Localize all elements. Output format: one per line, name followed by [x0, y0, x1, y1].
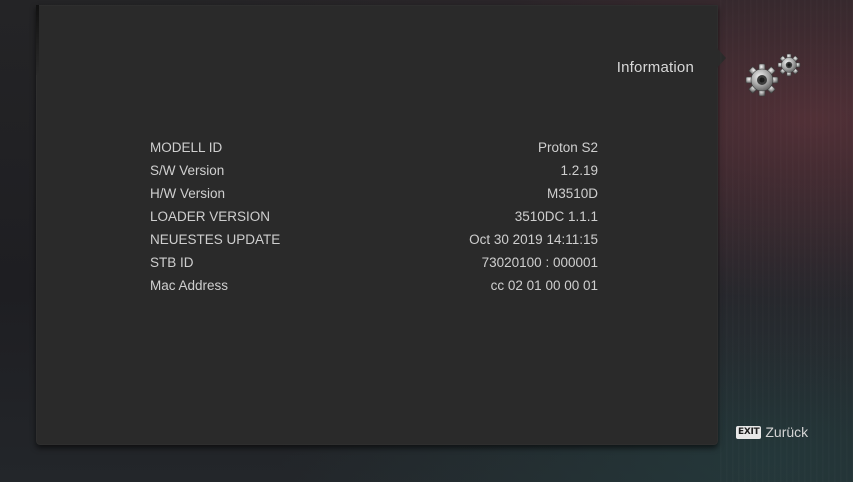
info-label: MODELL ID: [150, 140, 223, 155]
info-value: M3510D: [546, 186, 598, 201]
settings-gears-icon: [738, 50, 808, 102]
info-value: Proton S2: [537, 140, 598, 155]
info-value: Oct 30 2019 14:11:15: [469, 232, 598, 247]
info-value: cc 02 01 00 00 01: [490, 278, 598, 293]
info-label: LOADER VERSION: [150, 209, 271, 224]
panel-pointer: [716, 47, 726, 69]
info-row-mac-address: Mac Address cc 02 01 00 00 01: [150, 278, 598, 298]
info-value: 1.2.19: [560, 163, 598, 178]
screen: Information MODELL ID Proton S2 S/W Vers…: [0, 0, 853, 482]
panel-edge-shadow: [36, 5, 39, 75]
info-row-sw-version: S/W Version 1.2.19: [150, 163, 598, 183]
info-row-latest-update: NEUESTES UPDATE Oct 30 2019 14:11:15: [150, 232, 598, 252]
info-value: 3510DC 1.1.1: [514, 209, 598, 224]
info-label: NEUESTES UPDATE: [150, 232, 281, 247]
info-row-loader-version: LOADER VERSION 3510DC 1.1.1: [150, 209, 598, 229]
info-row-model-id: MODELL ID Proton S2: [150, 140, 598, 160]
page-title: Information: [616, 59, 694, 76]
info-row-stb-id: STB ID 73020100 : 000001: [150, 255, 598, 275]
info-label: STB ID: [150, 255, 194, 270]
exit-key-icon: EXIT: [736, 425, 762, 439]
exit-back-label: Zurück: [765, 424, 809, 440]
info-label: Mac Address: [150, 278, 229, 293]
info-value: 73020100 : 000001: [481, 255, 598, 270]
info-label: S/W Version: [150, 163, 225, 178]
info-row-hw-version: H/W Version M3510D: [150, 186, 598, 206]
info-label: H/W Version: [150, 186, 226, 201]
exit-back-button[interactable]: EXIT Zurück: [736, 424, 808, 440]
